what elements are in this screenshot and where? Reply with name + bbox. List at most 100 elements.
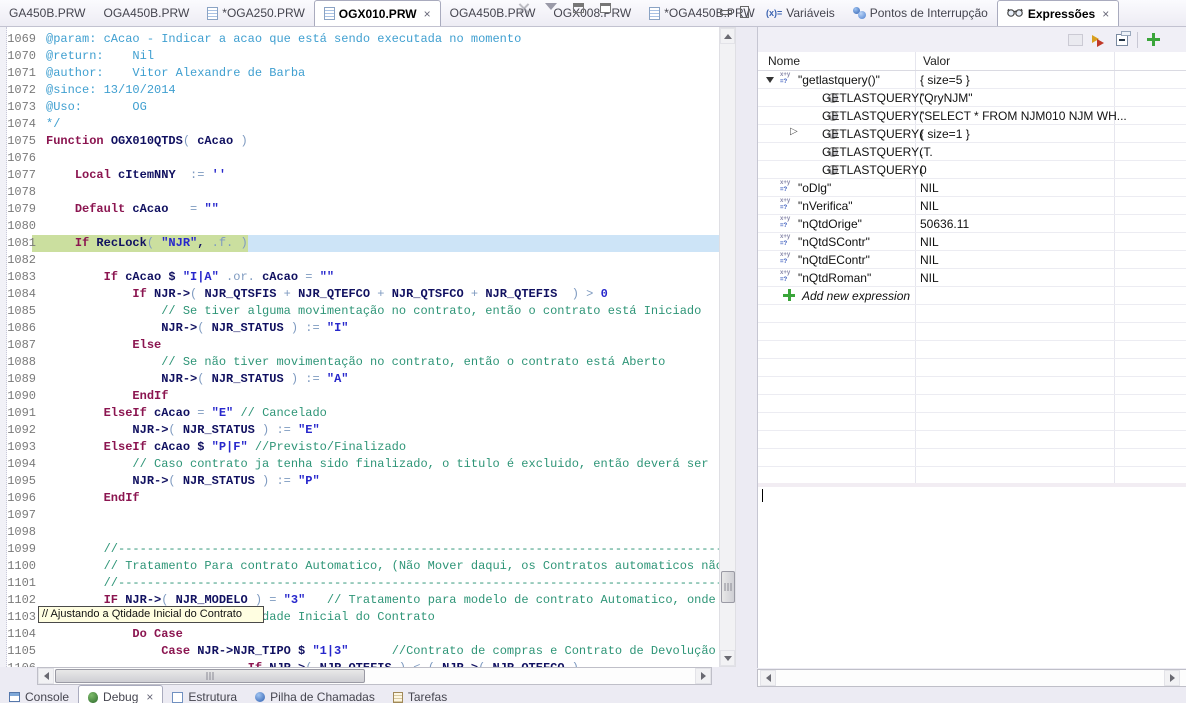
close-icon[interactable]: × bbox=[146, 691, 153, 703]
code-editor[interactable]: 1069@param: cAcao - Indicar a acao que e… bbox=[0, 27, 719, 667]
code-line-1081[interactable]: 1081 If RecLock( "NJR", .f. ) bbox=[0, 235, 719, 252]
minimize-view-icon[interactable] bbox=[573, 3, 584, 13]
code-line-1079[interactable]: 1079 Default cAcao = "" bbox=[0, 201, 719, 218]
close-icon[interactable]: × bbox=[1102, 8, 1109, 20]
code-line-1080[interactable]: 1080 bbox=[0, 218, 719, 235]
expressions-table: Nome Valor x+y=?"getlastquery()"{ size=5… bbox=[757, 52, 1186, 668]
detail-pane-sash[interactable] bbox=[758, 483, 1186, 487]
code-line-1077[interactable]: 1077 Local cItemNNY := '' bbox=[0, 167, 719, 184]
code-line-1106[interactable]: 1106 If NJR->( NJR_QTEFIS ) < ( NJR->( N… bbox=[0, 660, 719, 667]
editor-tab-oga250prw[interactable]: *OGA250.PRW bbox=[198, 0, 313, 26]
expression-row[interactable]: ▷GETLASTQUERY({ size=1 } bbox=[758, 125, 1186, 143]
code-text: ElseIf cAcao = "E" // Cancelado bbox=[46, 405, 327, 422]
bottom-tab-pilha-de-chamadas[interactable]: Pilha de Chamadas bbox=[246, 685, 384, 703]
code-line-1091[interactable]: 1091 ElseIf cAcao = "E" // Cancelado bbox=[0, 405, 719, 422]
expression-row[interactable]: x+y=?"nVerifica"NIL bbox=[758, 197, 1186, 215]
column-header-nome[interactable]: Nome bbox=[768, 54, 800, 68]
code-line-1082[interactable]: 1082 bbox=[0, 252, 719, 269]
minimize-icon[interactable] bbox=[720, 10, 732, 15]
panel-tab-vari-veis[interactable]: (x)=Variáveis bbox=[757, 0, 844, 26]
bottom-tab-debug[interactable]: Debug× bbox=[78, 685, 163, 703]
panel-tab-express-es[interactable]: Expressões× bbox=[997, 0, 1119, 26]
show-type-icon[interactable] bbox=[1068, 34, 1083, 46]
code-line-1083[interactable]: 1083 If cAcao $ "I|A" .or. cAcao = "" bbox=[0, 269, 719, 286]
code-line-1100[interactable]: 1100 // Tratamento Para contrato Automat… bbox=[0, 558, 719, 575]
watch-expression-icon: x+y=? bbox=[780, 198, 797, 213]
code-line-1085[interactable]: 1085 // Se tiver alguma movimentação no … bbox=[0, 303, 719, 320]
tree-expanded-icon[interactable] bbox=[766, 77, 774, 87]
bottom-tab-console[interactable]: Console bbox=[0, 685, 78, 703]
code-line-1088[interactable]: 1088 // Se não tiver movimentação no con… bbox=[0, 354, 719, 371]
filter-icon[interactable] bbox=[545, 3, 557, 16]
scroll-right-button[interactable] bbox=[1164, 670, 1180, 686]
bottom-tab-label: Console bbox=[25, 690, 69, 703]
editor-tab-oga450bprw[interactable]: OGA450B.PRW bbox=[94, 0, 198, 26]
code-line-1071[interactable]: 1071@author: Vitor Alexandre de Barba bbox=[0, 65, 719, 82]
maximize-icon[interactable] bbox=[740, 6, 749, 18]
code-line-1099[interactable]: 1099 //---------------------------------… bbox=[0, 541, 719, 558]
expression-row[interactable]: Add new expression bbox=[758, 287, 1186, 305]
column-header-valor[interactable]: Valor bbox=[923, 54, 950, 68]
expression-row[interactable]: x+y=?"nQtdRoman"NIL bbox=[758, 269, 1186, 287]
code-line-1069[interactable]: 1069@param: cAcao - Indicar a acao que e… bbox=[0, 31, 719, 48]
expression-row[interactable]: x+y=?"getlastquery()"{ size=5 } bbox=[758, 71, 1186, 89]
collapse-all-icon[interactable] bbox=[1116, 34, 1128, 46]
expression-row[interactable]: GETLASTQUERY(.T. bbox=[758, 143, 1186, 161]
code-line-1093[interactable]: 1093 ElseIf cAcao $ "P|F" //Previsto/Fin… bbox=[0, 439, 719, 456]
code-line-1092[interactable]: 1092 NJR->( NJR_STATUS ) := "E" bbox=[0, 422, 719, 439]
code-line-1095[interactable]: 1095 NJR->( NJR_STATUS ) := "P" bbox=[0, 473, 719, 490]
scroll-left-button[interactable] bbox=[38, 668, 54, 684]
code-line-1098[interactable]: 1098 bbox=[0, 524, 719, 541]
editor-tab-ga450bprw[interactable]: GA450B.PRW bbox=[0, 0, 94, 26]
editor-tab-ogx010prw[interactable]: OGX010.PRW× bbox=[314, 0, 441, 26]
editor-vertical-scrollbar[interactable] bbox=[719, 27, 736, 667]
scroll-right-button[interactable] bbox=[695, 668, 711, 684]
code-line-1075[interactable]: 1075Function OGX010QTDS( cAcao ) bbox=[0, 133, 719, 150]
code-line-1072[interactable]: 1072@since: 13/10/2014 bbox=[0, 82, 719, 99]
code-line-1104[interactable]: 1104 Do Case bbox=[0, 626, 719, 643]
code-line-1089[interactable]: 1089 NJR->( NJR_STATUS ) := "A" bbox=[0, 371, 719, 388]
code-line-1078[interactable]: 1078 bbox=[0, 184, 719, 201]
expression-row[interactable]: GETLASTQUERY("QryNJM" bbox=[758, 89, 1186, 107]
expression-row[interactable]: x+y=?"oDlg"NIL bbox=[758, 179, 1186, 197]
add-expression-icon[interactable] bbox=[1147, 33, 1160, 46]
editor-horizontal-scrollbar[interactable] bbox=[37, 667, 712, 685]
code-line-1105[interactable]: 1105 Case NJR->NJR_TIPO $ "1|3" //Contra… bbox=[0, 643, 719, 660]
expression-row[interactable]: x+y=?"nQtdOrige"50636.11 bbox=[758, 215, 1186, 233]
panel-tab-pontos-de-interrup-o[interactable]: Pontos de Interrupção bbox=[844, 0, 997, 26]
code-line-1096[interactable]: 1096 EndIf bbox=[0, 490, 719, 507]
code-line-1101[interactable]: 1101 //---------------------------------… bbox=[0, 575, 719, 592]
tree-collapsed-icon[interactable]: ▷ bbox=[790, 126, 798, 137]
annotation-ruler bbox=[0, 27, 7, 667]
bottom-tab-tarefas[interactable]: Tarefas bbox=[384, 685, 456, 703]
code-text: //--------------------------------------… bbox=[46, 575, 719, 592]
code-line-1086[interactable]: 1086 NJR->( NJR_STATUS ) := "I" bbox=[0, 320, 719, 337]
expression-row[interactable]: x+y=?"nQtdSContr"NIL bbox=[758, 233, 1186, 251]
code-line-1070[interactable]: 1070@return: Nil bbox=[0, 48, 719, 65]
code-line-1094[interactable]: 1094 // Caso contrato ja tenha sido fina… bbox=[0, 456, 719, 473]
scroll-left-button[interactable] bbox=[760, 670, 776, 686]
maximize-view-icon[interactable] bbox=[600, 3, 611, 13]
code-text: // Tratamento Para contrato Automatico, … bbox=[46, 558, 719, 575]
panel-horizontal-scrollbar[interactable] bbox=[757, 669, 1186, 687]
reorganize-icon[interactable] bbox=[1092, 33, 1107, 46]
code-line-1090[interactable]: 1090 EndIf bbox=[0, 388, 719, 405]
expression-row[interactable]: x+y=?"nQtdEContr"NIL bbox=[758, 251, 1186, 269]
code-line-1076[interactable]: 1076 bbox=[0, 150, 719, 167]
vertical-scroll-thumb[interactable] bbox=[721, 571, 735, 603]
expression-row[interactable]: GETLASTQUERY(0 bbox=[758, 161, 1186, 179]
bottom-tab-estrutura[interactable]: Estrutura bbox=[163, 685, 246, 703]
code-line-1097[interactable]: 1097 bbox=[0, 507, 719, 524]
add-expression-icon[interactable] bbox=[783, 289, 795, 301]
code-line-1084[interactable]: 1084 If NJR->( NJR_QTSFIS + NJR_QTEFCO +… bbox=[0, 286, 719, 303]
scroll-up-button[interactable] bbox=[720, 28, 735, 44]
unlink-icon[interactable] bbox=[518, 3, 529, 14]
expression-row[interactable]: GETLASTQUERY("SELECT * FROM NJM010 NJM W… bbox=[758, 107, 1186, 125]
code-line-1087[interactable]: 1087 Else bbox=[0, 337, 719, 354]
code-line-1074[interactable]: 1074*/ bbox=[0, 116, 719, 133]
scroll-down-button[interactable] bbox=[720, 650, 735, 666]
close-icon[interactable]: × bbox=[424, 8, 431, 20]
expression-name: GETLASTQUERY( bbox=[822, 127, 923, 141]
code-line-1073[interactable]: 1073@Uso: OG bbox=[0, 99, 719, 116]
horizontal-scroll-thumb[interactable] bbox=[55, 669, 365, 683]
